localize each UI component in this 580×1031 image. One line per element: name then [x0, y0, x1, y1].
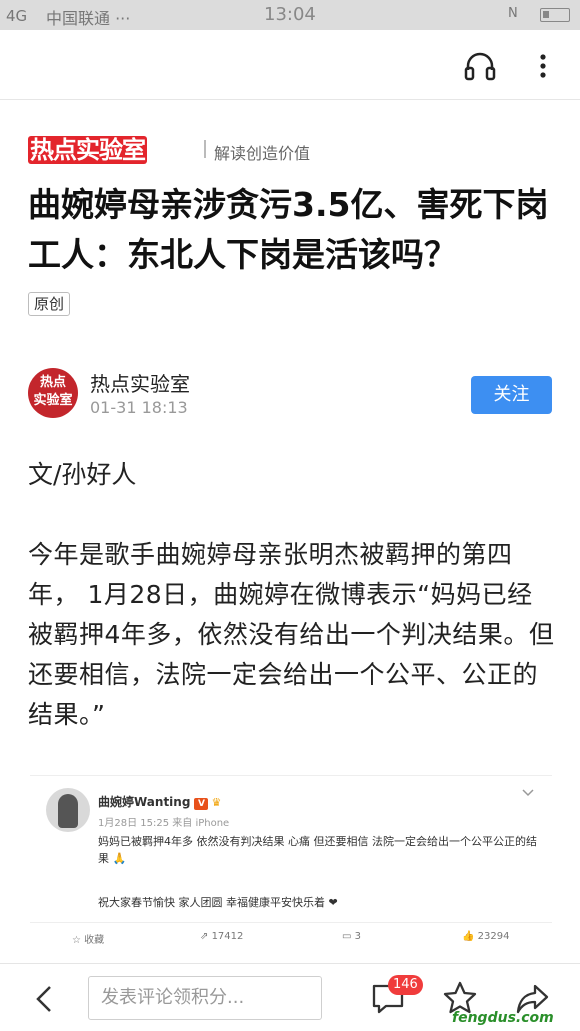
repost-icon: ⇗: [200, 931, 212, 942]
weibo-user: 曲婉婷Wanting V ♛: [98, 793, 221, 810]
weibo-favorite: ☆ 收藏: [72, 931, 104, 946]
thumbs-up-icon: 👍: [462, 931, 478, 942]
chevron-down-icon: [522, 786, 534, 800]
headphones-icon[interactable]: [462, 48, 498, 84]
publish-time: 01-31 18:13: [90, 398, 188, 417]
signal-indicator: 4G: [6, 7, 28, 25]
status-bar: 4G 中国联通 ··· 13:04 N: [0, 0, 580, 30]
weibo-comment-count: 3: [354, 931, 362, 942]
author-name[interactable]: 热点实验室: [90, 368, 190, 397]
weibo-like-count: 23294: [477, 931, 510, 942]
back-arrow-icon[interactable]: [28, 982, 62, 1016]
author-avatar[interactable]: 热点 实验室: [28, 368, 78, 418]
weibo-repost-count: 17412: [211, 931, 244, 942]
article-header-bar: [0, 30, 580, 100]
weibo-like: 👍 23294: [462, 931, 509, 942]
article-byline: 文/孙好人: [28, 460, 137, 489]
weibo-text-greeting: 祝大家春节愉快 家人团圆 幸福健康平安快乐着 ❤: [98, 896, 338, 909]
weibo-meta: 1月28日 15:25 来自 iPhone: [98, 818, 230, 829]
weibo-avatar: [46, 788, 90, 832]
weibo-username: 曲婉婷Wanting: [98, 795, 191, 809]
embedded-weibo-image[interactable]: 曲婉婷Wanting V ♛ 1月28日 15:25 来自 iPhone 妈妈已被羁…: [30, 775, 552, 950]
column-logo-text: 热点实验室: [28, 136, 147, 164]
verified-badge-icon: V: [194, 798, 209, 810]
crown-icon: ♛: [211, 796, 222, 809]
status-time: 13:04: [264, 4, 316, 25]
nfc-indicator: N: [508, 6, 518, 21]
more-vertical-icon[interactable]: [525, 48, 561, 84]
comment-input[interactable]: 发表评论领积分...: [88, 976, 322, 1020]
weibo-favorite-label: 收藏: [84, 935, 105, 946]
column-slogan: 解读创造价值: [214, 144, 311, 163]
brand-divider: [204, 140, 206, 158]
battery-icon: [540, 8, 570, 22]
author-avatar-text: 热点 实验室: [33, 375, 73, 408]
star-outline-icon: ☆: [72, 935, 85, 946]
comment-icon: ▭: [342, 931, 355, 942]
follow-button[interactable]: 关注: [471, 376, 552, 414]
article-title: 曲婉婷母亲涉贪污3.5亿、害死下岗工人：东北人下岗是活该吗？: [28, 185, 549, 274]
original-badge: 原创: [28, 292, 71, 316]
comment-count-badge: 146: [388, 975, 423, 995]
site-watermark: fengdus.com: [452, 1010, 554, 1026]
weibo-repost: ⇗ 17412: [200, 931, 243, 942]
weibo-comment: ▭ 3: [342, 931, 361, 942]
article-paragraph: 今年是歌手曲婉婷母亲张明杰被羁押的第四年， 1月28日，曲婉婷在微博表示“妈妈已…: [28, 540, 555, 729]
weibo-text: 妈妈已被羁押4年多 依然没有判决结果 心痛 但还要相信 法院一定会给出一个公平公…: [98, 835, 537, 865]
carrier-label: 中国联通 ···: [46, 9, 131, 28]
column-logo: 热点实验室: [28, 130, 162, 164]
weibo-actions: ☆ 收藏 ⇗ 17412 ▭ 3 👍 23294: [30, 922, 552, 950]
